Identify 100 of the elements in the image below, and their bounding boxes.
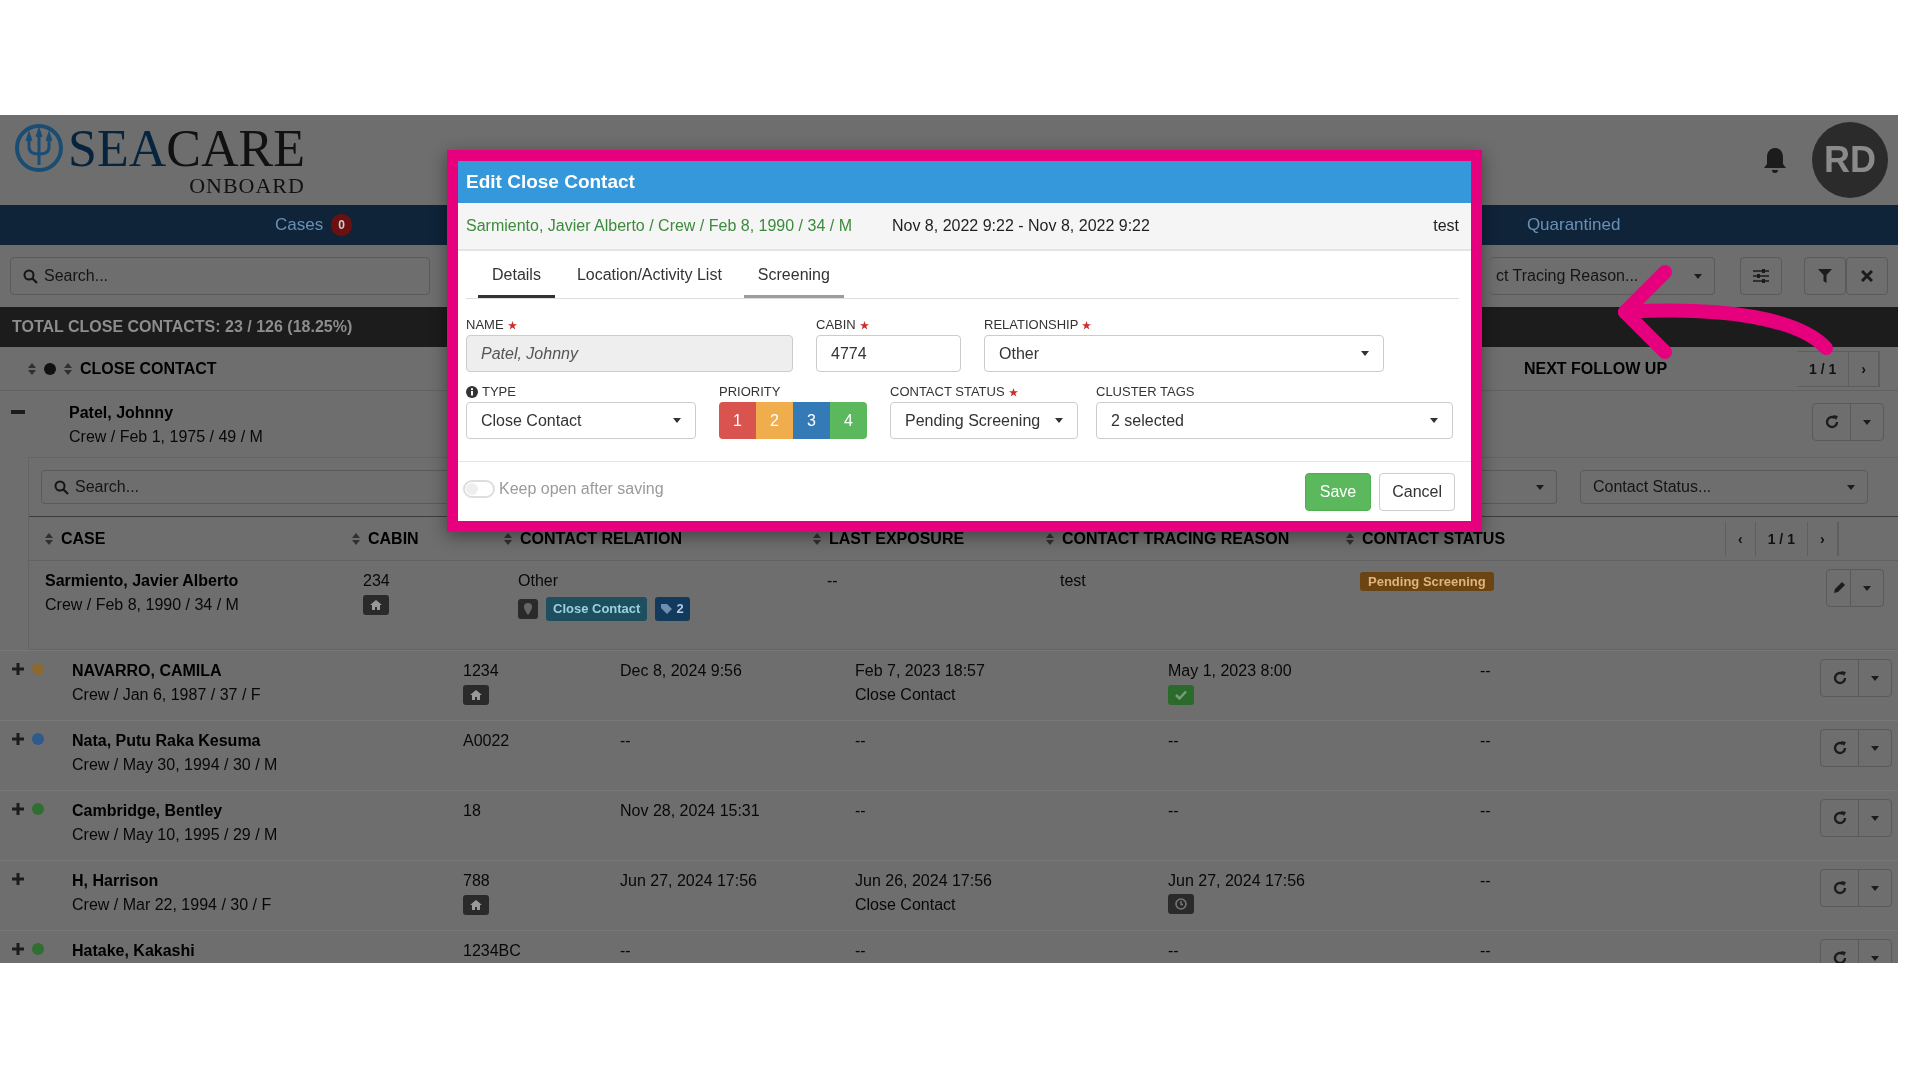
filter-button[interactable]	[1804, 257, 1846, 295]
tab[interactable]: Details	[478, 251, 555, 298]
caret-icon	[1694, 273, 1702, 279]
field-label: TYPE	[482, 383, 516, 402]
name-field[interactable]: Patel, Johnny	[466, 335, 793, 372]
toggle-label: Keep open after saving	[499, 479, 664, 499]
person-details: Crew / Mar 22, 1994 / 30 / F	[72, 895, 273, 915]
tab[interactable]: Location/Activity List	[562, 251, 736, 298]
nav-tab[interactable]: Cases 0	[275, 212, 352, 238]
date-text: --	[855, 801, 867, 821]
refresh-icon	[1831, 810, 1848, 826]
status-dot-icon	[44, 362, 56, 375]
field-label: CONTACT STATUS	[890, 383, 1005, 402]
bell-icon[interactable]	[1762, 146, 1788, 174]
split-button[interactable]	[1820, 869, 1892, 907]
sort-icon	[1346, 531, 1354, 546]
refresh-icon	[1831, 950, 1848, 963]
person-summary: Sarmiento, Javier Alberto / Crew / Feb 8, 1990 / 34 / M	[466, 216, 852, 236]
expand-icon[interactable]	[12, 733, 24, 745]
type-text: Close Contact	[855, 685, 957, 705]
dialog-title: Edit Close Contact	[466, 169, 635, 194]
sort-icon	[45, 531, 53, 546]
pager: 1 / 1 ›	[1797, 350, 1880, 387]
column-header: CONTACT RELATION	[520, 528, 683, 549]
caret-icon	[1430, 418, 1438, 423]
pager: ‹ 1 / 1 ›	[1725, 521, 1839, 556]
date-text: --	[1168, 941, 1180, 961]
date-range: Nov 8, 2022 9:22 - Nov 8, 2022 9:22	[891, 216, 1150, 236]
priority-button[interactable]: 3	[793, 402, 830, 439]
person-name: Cambridge, Bentley	[72, 801, 224, 821]
expand-icon[interactable]	[12, 663, 24, 675]
caret-icon	[1871, 675, 1879, 681]
relationship-select[interactable]: Other	[984, 335, 1384, 372]
field-label: CLUSTER TAGS	[1096, 383, 1195, 402]
column-header: CONTACT STATUS	[1362, 528, 1506, 549]
priority-button[interactable]: 1	[719, 402, 756, 439]
cancel-button[interactable]: Cancel	[1379, 473, 1455, 511]
reason-text: test	[1060, 571, 1087, 591]
toggle-switch[interactable]	[463, 480, 495, 498]
status-text: --	[1480, 801, 1492, 821]
person-details: Crew / Feb 1, 1975 / 49 / M	[69, 427, 263, 447]
date-text: --	[855, 731, 867, 751]
caret-icon	[1871, 955, 1879, 961]
sort-icon	[1046, 531, 1054, 546]
expand-icon[interactable]	[12, 943, 24, 955]
caret-icon	[1361, 351, 1369, 356]
status-text: --	[1480, 871, 1492, 891]
person-name: Nata, Putu Raka Kesuma	[72, 731, 262, 751]
person-details: Crew / May 30, 1994 / 30 / M	[72, 755, 279, 775]
type-select[interactable]: Close Contact	[466, 402, 696, 439]
field-label: RELATIONSHIP	[984, 316, 1079, 335]
sort-icon	[504, 531, 512, 546]
tags-select[interactable]: 2 selected	[1096, 402, 1453, 439]
status-text: --	[1480, 731, 1492, 751]
sort-icon	[352, 531, 360, 546]
split-button[interactable]	[1820, 799, 1892, 837]
caret-icon	[1871, 745, 1879, 751]
sort-icon	[813, 531, 821, 546]
edit-icon	[1831, 581, 1846, 595]
caret-icon	[1871, 815, 1879, 821]
person-name: Sarmiento, Javier Alberto	[45, 571, 240, 591]
status-select[interactable]: Contact Status...	[1580, 470, 1868, 504]
date-text: Nov 28, 2024 15:31	[620, 801, 761, 821]
caret-icon	[1055, 418, 1063, 423]
close-button[interactable]	[1846, 257, 1888, 295]
split-button[interactable]	[1826, 569, 1884, 607]
location-pin-icon	[518, 598, 538, 619]
cabin-number: 1234BC	[463, 941, 522, 961]
date-text: --	[620, 941, 632, 961]
person-name: NAVARRO, CAMILA	[72, 661, 223, 681]
close-icon	[1861, 270, 1873, 282]
cabin-field[interactable]: 4774	[816, 335, 961, 372]
field-label: CABIN	[816, 316, 856, 335]
settings-button[interactable]	[1740, 257, 1782, 295]
check-icon	[1168, 685, 1194, 705]
split-button[interactable]	[1812, 403, 1884, 441]
split-button[interactable]	[1820, 729, 1892, 767]
user-avatar[interactable]: RD	[1812, 122, 1888, 198]
person-details: Crew / Feb 8, 1990 / 34 / M	[45, 595, 240, 615]
tab[interactable]: Screening	[743, 251, 844, 298]
refresh-icon	[1831, 880, 1848, 896]
status-text: --	[1480, 941, 1492, 961]
nav-tab[interactable]: Quarantined	[1526, 212, 1621, 238]
expand-icon[interactable]	[12, 873, 24, 885]
column-header: NEXT FOLLOW UP	[1523, 358, 1668, 379]
relation-text: Other	[518, 571, 559, 591]
expand-icon[interactable]	[12, 803, 24, 815]
search-field[interactable]: Search...	[10, 257, 430, 295]
date-text: --	[620, 731, 632, 751]
split-button[interactable]	[1820, 659, 1892, 697]
tag-count-badge: 2	[655, 597, 690, 621]
refresh-icon	[1831, 670, 1848, 686]
person-details: Crew / May 10, 1995 / 29 / M	[72, 825, 279, 845]
status-select[interactable]: Pending Screening	[890, 402, 1078, 439]
date-text: Jun 27, 2024 17:56	[620, 871, 758, 891]
info-icon	[466, 386, 478, 398]
logo-text: SEA	[68, 123, 167, 175]
note-text: test	[1433, 216, 1459, 236]
caret-icon	[1863, 585, 1871, 591]
column-header: LAST EXPOSURE	[829, 528, 965, 549]
